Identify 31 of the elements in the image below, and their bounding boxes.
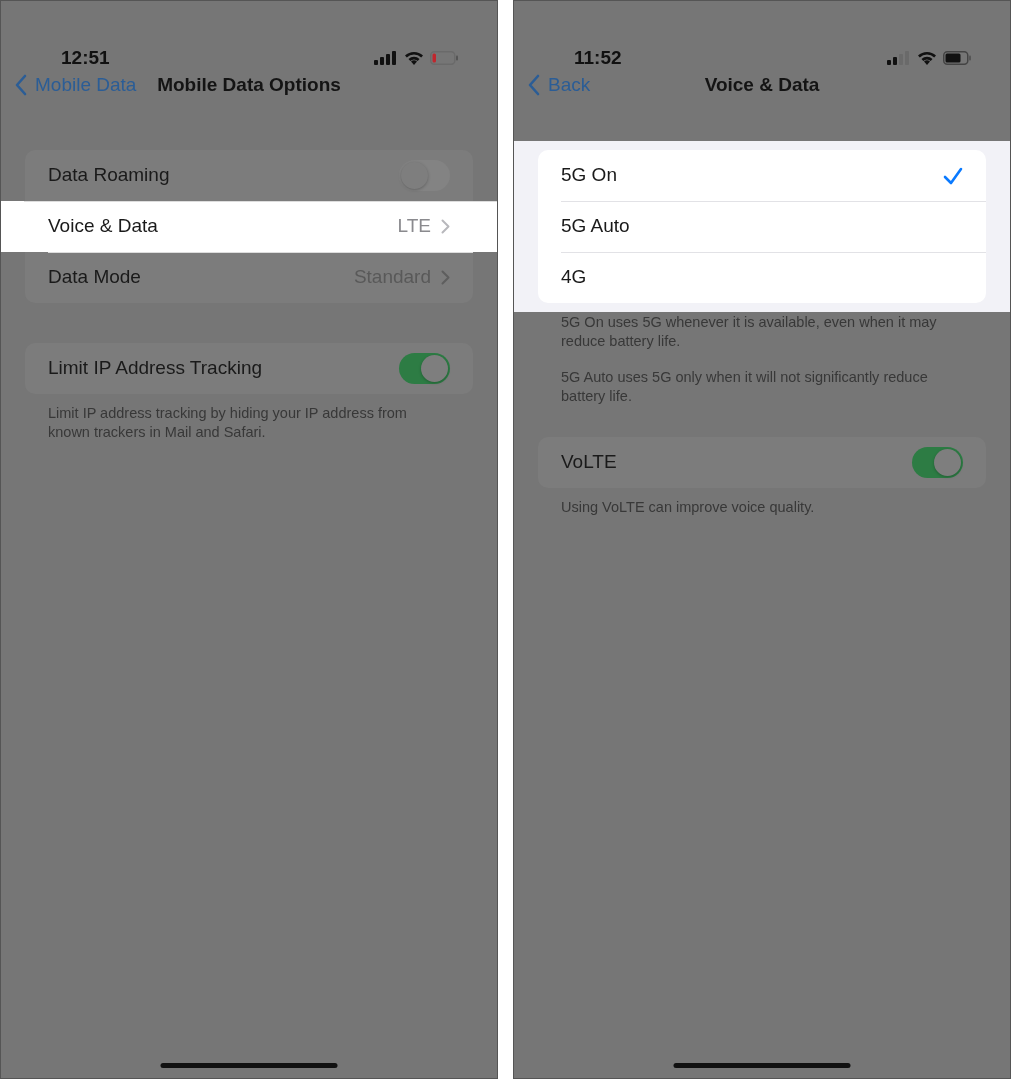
footer-text: 5G On uses 5G whenever it is available, even when it may reduce battery life. — [561, 313, 938, 351]
footer-text: Using VoLTE can improve voice quality. — [561, 498, 816, 517]
row-label: 5G Auto — [561, 214, 631, 239]
signal-icon — [374, 51, 398, 65]
wifi-icon — [404, 51, 424, 65]
footer-text: Limit IP address tracking by hiding your IP address from known trackers in Mail and Safari. — [48, 404, 408, 442]
settings-row[interactable]: 5G On — [538, 150, 986, 201]
status-time: 12:51 — [61, 46, 110, 70]
row-label: 5G On — [561, 163, 618, 188]
chevron-left-icon — [15, 74, 27, 97]
row-label: VoLTE — [561, 450, 618, 475]
settings-row[interactable]: 5G Auto — [538, 201, 986, 252]
row-label: Limit IP Address Tracking — [48, 356, 264, 381]
toggle-switch[interactable] — [912, 447, 963, 478]
toggle-switch[interactable] — [399, 353, 450, 384]
row-label: Data Mode — [48, 265, 142, 290]
settings-row[interactable]: Voice & Data LTE — [1, 201, 497, 252]
wifi-icon — [917, 51, 937, 65]
signal-icon — [887, 51, 911, 65]
footer-text: 5G Auto uses 5G only when it will not significantly reduce battery life. — [561, 368, 929, 406]
screen-title: Mobile Data Options — [157, 73, 341, 97]
settings-row[interactable]: 4G — [538, 252, 986, 303]
row-label: 4G — [561, 265, 588, 290]
chevron-right-icon — [441, 219, 450, 234]
status-time: 11:52 — [574, 46, 622, 70]
row-value: LTE — [397, 214, 431, 239]
row-label: Data Roaming — [48, 163, 171, 188]
screen-title: Voice & Data — [704, 73, 820, 97]
chevron-left-icon — [528, 74, 540, 97]
chevron-right-icon — [441, 270, 450, 285]
row-label: Voice & Data — [48, 214, 159, 239]
